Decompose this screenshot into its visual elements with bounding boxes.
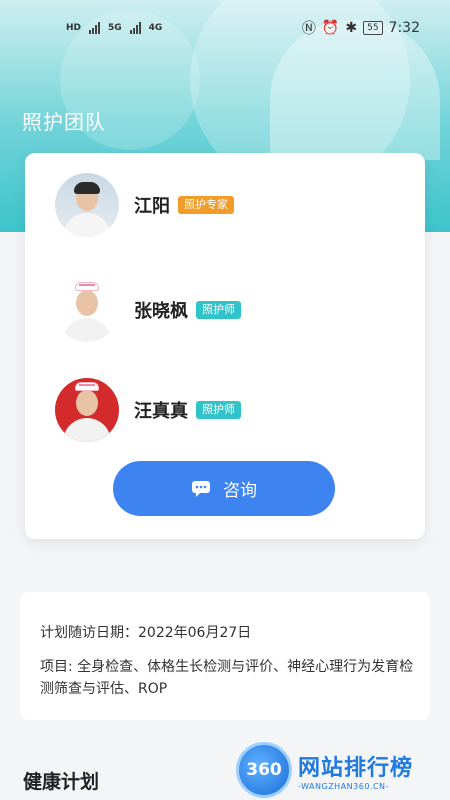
followup-items: 项目: 全身检查、体格生长检测与评价、神经心理行为发育检测筛查与评估、ROP	[40, 659, 414, 697]
role-badge: 照护师	[196, 301, 241, 319]
member-name: 张晓枫	[134, 301, 188, 322]
watermark-url: -WANGZHAN360.CN-	[298, 781, 389, 791]
role-badge: 照护专家	[178, 196, 234, 214]
bluetooth-icon: ✱	[345, 20, 358, 36]
watermark: 360 网站排行榜 -WANGZHAN360.CN-	[236, 742, 446, 798]
avatar	[55, 378, 119, 442]
alarm-icon: ⏰	[321, 20, 340, 36]
consult-label: 咨询	[223, 481, 257, 501]
care-team-card: 江阳 照护专家 张晓枫 照护师 汪真真 照护师 咨询	[25, 153, 425, 539]
team-member[interactable]: 汪真真 照护师	[55, 378, 395, 442]
role-badge: 照护师	[196, 401, 241, 419]
status-bar: HD 5G 4G Ⓝ ⏰ ✱ 55 7:32	[0, 0, 450, 56]
battery-icon: 55	[363, 21, 383, 35]
signal-icon	[129, 22, 141, 34]
team-member[interactable]: 张晓枫 照护师	[55, 278, 395, 342]
network-indicator: HD	[66, 23, 82, 33]
clock: 7:32	[388, 20, 420, 36]
member-name: 汪真真	[134, 401, 188, 422]
followup-date: 计划随访日期：2022年06月27日	[40, 625, 252, 641]
consult-button[interactable]: 咨询	[113, 461, 335, 516]
network-type-4g: 4G	[148, 23, 163, 33]
followup-card: 计划随访日期：2022年06月27日 项目: 全身检查、体格生长检测与评价、神经…	[20, 592, 430, 720]
nfc-icon: Ⓝ	[301, 21, 316, 37]
network-type-5g: 5G	[108, 23, 122, 33]
watermark-logo: 360	[236, 742, 292, 798]
member-name: 江阳	[134, 196, 170, 217]
team-member[interactable]: 江阳 照护专家	[55, 173, 395, 237]
watermark-title: 网站排行榜	[298, 755, 414, 781]
avatar	[55, 173, 119, 237]
page-title: 照护团队	[22, 110, 106, 134]
avatar	[55, 278, 119, 342]
chat-icon	[192, 480, 210, 497]
signal-icon	[89, 22, 101, 34]
health-plan-title: 健康计划	[23, 771, 100, 793]
